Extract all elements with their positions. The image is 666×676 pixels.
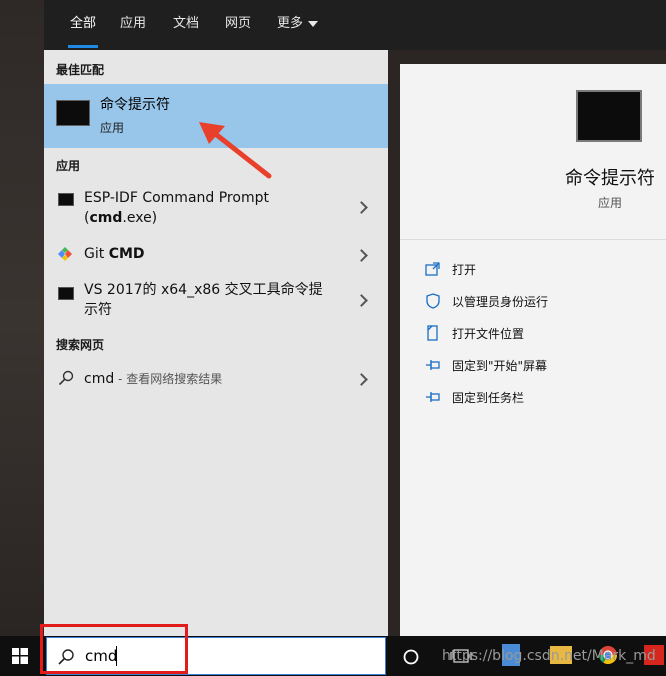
search-scope-tabs: 全部 应用 文档 网页 更多	[44, 0, 666, 50]
action-label: 打开	[452, 263, 477, 277]
caret-down-icon	[308, 20, 319, 27]
chevron-right-icon[interactable]	[355, 201, 368, 214]
git-icon	[58, 247, 72, 261]
command-prompt-icon	[56, 100, 90, 126]
chevron-right-icon[interactable]	[355, 373, 368, 386]
app-label-bold: cmd	[89, 210, 123, 226]
tab-apps[interactable]: 应用	[120, 0, 146, 50]
app-label: ESP-IDF Command Prompt (cmd.exe)	[84, 188, 344, 228]
cortana-icon[interactable]	[402, 648, 420, 666]
app-label-line1: VS 2017的 x64_x86 交叉工具命令提	[84, 282, 323, 298]
best-match-subtitle: 应用	[100, 121, 125, 135]
app-result-vs2017-cross-tools[interactable]: VS 2017的 x64_x86 交叉工具命令提 示符	[44, 280, 388, 324]
detail-header: 命令提示符 应用	[400, 64, 666, 240]
detail-subtitle: 应用	[597, 196, 622, 210]
pin-icon	[426, 392, 440, 402]
app-label-line1: ESP-IDF Command Prompt	[84, 190, 269, 206]
app-label: VS 2017的 x64_x86 交叉工具命令提 示符	[84, 280, 344, 320]
tab-all[interactable]: 全部	[67, 0, 99, 50]
action-label: 以管理员身份运行	[452, 295, 549, 309]
chevron-right-icon[interactable]	[355, 294, 368, 307]
app-result-git-cmd[interactable]: Git CMD	[44, 242, 388, 268]
tab-documents[interactable]: 文档	[173, 0, 199, 50]
tab-web[interactable]: 网页	[225, 0, 251, 50]
action-open-file-location[interactable]: 打开文件位置	[422, 322, 652, 346]
search-icon	[58, 370, 74, 386]
watermark-text: https://blog.csdn.net/Mark_md	[442, 648, 656, 664]
chevron-right-icon[interactable]	[355, 249, 368, 262]
best-match-title: 命令提示符	[100, 97, 170, 113]
command-prompt-icon	[576, 90, 642, 142]
app-label-bold: CMD	[108, 246, 145, 262]
command-prompt-icon	[58, 193, 74, 206]
detail-title: 命令提示符	[565, 168, 655, 189]
action-pin-to-start[interactable]: 固定到"开始"屏幕	[422, 354, 652, 378]
app-label-prefix: Git	[84, 246, 109, 262]
pin-icon	[426, 360, 440, 370]
app-result-esp-idf[interactable]: ESP-IDF Command Prompt (cmd.exe)	[44, 186, 388, 232]
annotation-highlight-box	[40, 624, 188, 674]
section-web-search: 搜索网页	[56, 338, 105, 352]
action-pin-to-taskbar[interactable]: 固定到任务栏	[422, 386, 652, 410]
command-prompt-icon	[58, 287, 74, 300]
app-label: Git CMD	[84, 244, 344, 264]
tab-more[interactable]: 更多	[277, 0, 319, 50]
action-run-as-admin[interactable]: 以管理员身份运行	[422, 290, 652, 314]
web-search-query: cmd	[84, 371, 115, 387]
web-search-hint: - 查看网络搜索结果	[114, 372, 223, 386]
web-search-result[interactable]: cmd - 查看网络搜索结果	[44, 366, 388, 392]
desktop-background	[0, 0, 44, 636]
windows-start-icon[interactable]	[12, 648, 28, 664]
app-label-line2: 示符	[84, 302, 112, 318]
tab-more-label: 更多	[277, 16, 304, 31]
shield-icon	[426, 293, 440, 309]
section-best-match: 最佳匹配	[56, 63, 105, 77]
action-label: 固定到任务栏	[452, 391, 525, 405]
section-apps: 应用	[56, 159, 81, 173]
open-icon	[425, 262, 440, 276]
app-label-rest: .exe)	[122, 210, 158, 226]
action-label: 打开文件位置	[452, 327, 525, 341]
file-location-icon	[427, 325, 438, 341]
annotation-arrow-icon	[199, 122, 272, 179]
action-open[interactable]: 打开	[422, 258, 652, 282]
detail-pane: 命令提示符 应用 打开 以管理员身份运行 打开文件位置 固定到"开始"屏幕 固定…	[400, 64, 666, 636]
action-label: 固定到"开始"屏幕	[452, 359, 548, 373]
web-search-label: cmd - 查看网络搜索结果	[84, 369, 344, 389]
